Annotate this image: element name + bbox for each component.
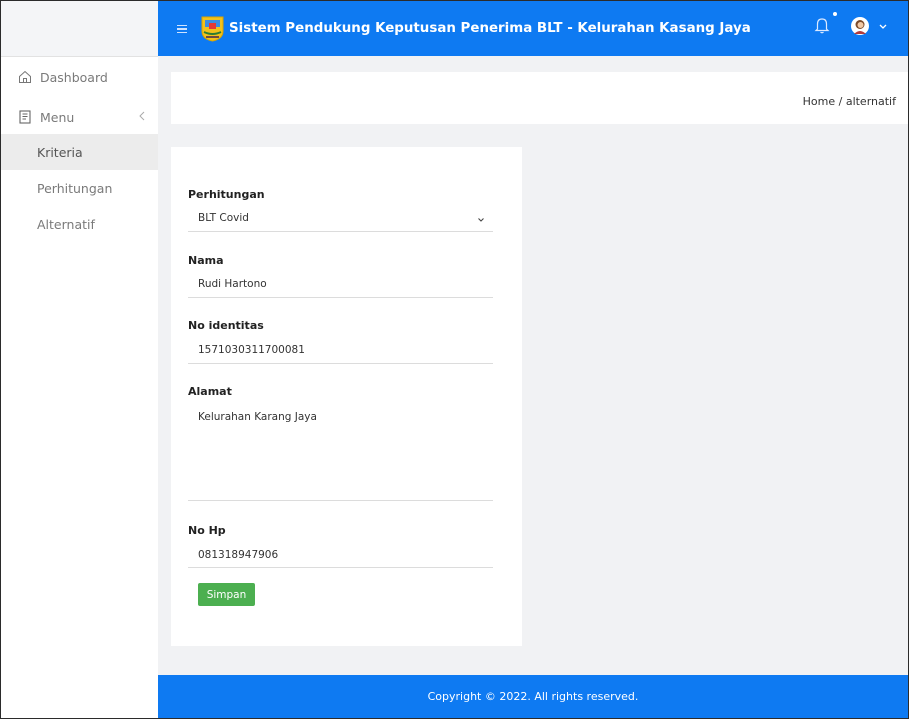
app-window: Sistem Pendukung Keputusan Penerima BLT … [0,0,909,719]
no-identitas-input[interactable]: 1571030311700081 [188,344,493,364]
sidebar-item-label: Dashboard [40,69,108,85]
perhitungan-label: Perhitungan [188,188,265,201]
sidebar-item-perhitungan[interactable]: Perhitungan [1,170,158,206]
sidebar-item-label: Menu [40,109,75,125]
copyright-text: Copyright © 2022. All rights reserved. [427,690,639,703]
alamat-label: Alamat [188,385,232,398]
breadcrumb-bar: Home / alternatif [171,72,908,124]
brand-corner [1,1,158,57]
sidebar-item-label: Perhitungan [37,180,113,196]
alamat-textarea[interactable]: Kelurahan Karang Jaya [188,411,493,501]
sidebar-item-label: Kriteria [37,144,83,160]
chevron-down-icon [478,218,484,222]
hamburger-menu-icon[interactable] [177,23,193,35]
bell-icon[interactable] [814,16,830,34]
breadcrumb: Home / alternatif [802,95,896,108]
home-icon [19,70,31,83]
perhitungan-select[interactable]: BLT Covid [188,212,493,232]
form-card: Perhitungan BLT Covid Nama Rudi Hartono … [171,147,522,646]
perhitungan-selected-value: BLT Covid [198,212,249,224]
sidebar-item-dashboard[interactable]: Dashboard [1,65,158,89]
no-identitas-input-value: 1571030311700081 [198,344,305,356]
sidebar-item-menu[interactable]: Menu [1,104,158,130]
top-header: Sistem Pendukung Keputusan Penerima BLT … [158,1,908,56]
simpan-button[interactable]: Simpan [198,583,255,606]
sidebar: Dashboard Menu Kriteria Perhitungan Alte… [1,57,158,718]
no-hp-label: No Hp [188,524,226,537]
alamat-textarea-value: Kelurahan Karang Jaya [198,411,317,423]
avatar-icon[interactable] [851,17,869,35]
document-icon [19,110,31,124]
nama-label: Nama [188,254,224,267]
sidebar-item-kriteria[interactable]: Kriteria [1,134,158,170]
nama-input[interactable]: Rudi Hartono [188,278,493,298]
no-identitas-label: No identitas [188,319,264,332]
app-title: Sistem Pendukung Keputusan Penerima BLT … [229,21,751,36]
no-hp-input-value: 081318947906 [198,549,279,561]
notification-dot [833,12,837,16]
no-hp-input[interactable]: 081318947906 [188,549,493,568]
logo-icon [201,16,224,42]
nama-input-value: Rudi Hartono [198,278,267,290]
footer: Copyright © 2022. All rights reserved. [158,675,908,718]
sidebar-item-label: Alternatif [37,216,95,232]
chevron-left-icon[interactable] [138,110,146,122]
sidebar-item-alternatif[interactable]: Alternatif [1,206,158,242]
chevron-down-icon[interactable] [878,23,888,30]
